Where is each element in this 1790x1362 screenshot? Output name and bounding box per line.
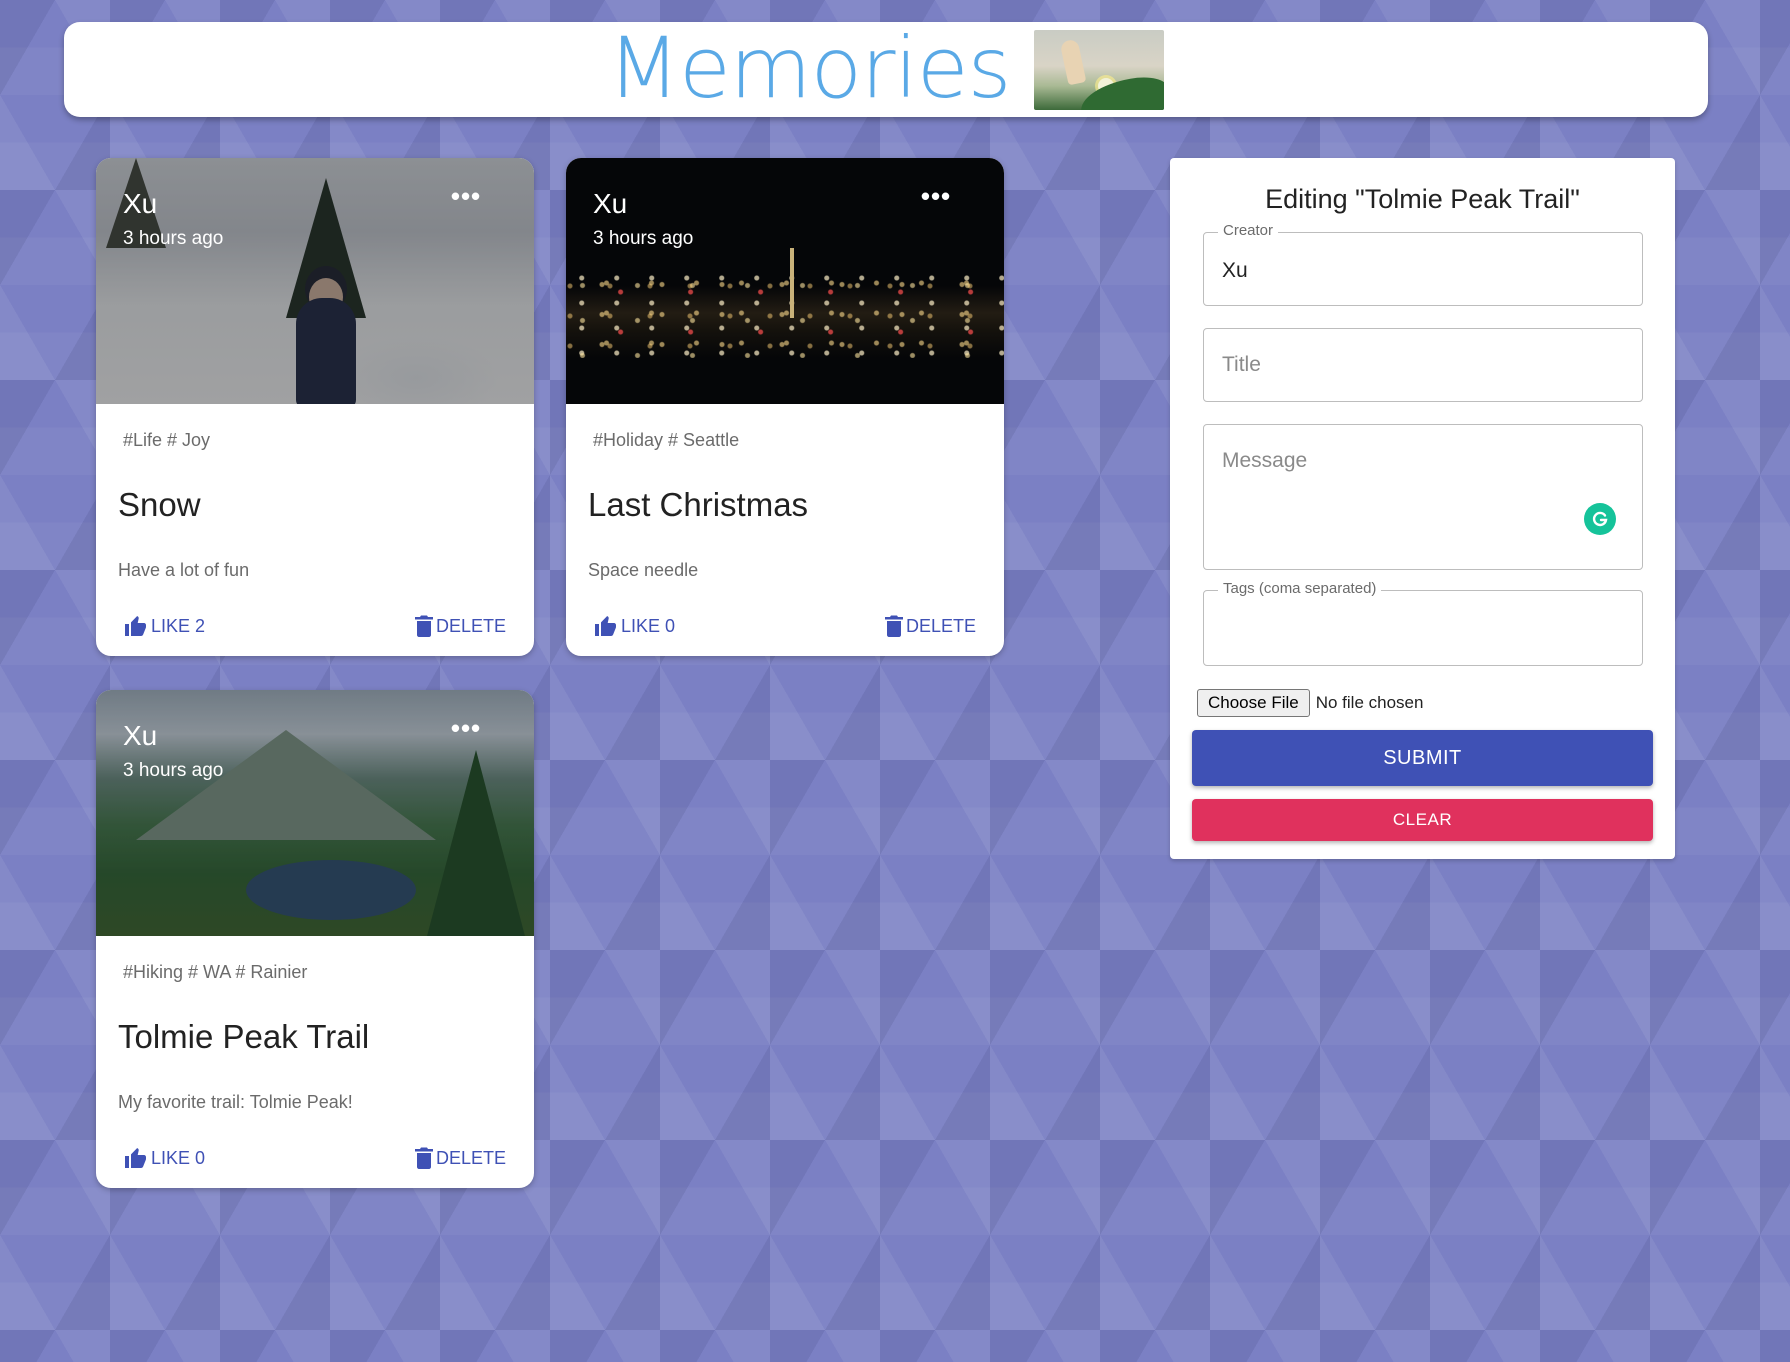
creator-label: Creator bbox=[1218, 222, 1279, 239]
delete-label: DELETE bbox=[435, 1147, 506, 1168]
file-input: Choose File No file chosen bbox=[1197, 689, 1423, 717]
grammarly-icon[interactable] bbox=[1584, 503, 1616, 535]
creator-field[interactable]: Creator Xu bbox=[1203, 222, 1643, 306]
more-options-icon[interactable]: ••• bbox=[918, 183, 954, 216]
choose-file-button[interactable]: Choose File bbox=[1197, 689, 1310, 717]
thumb-up-icon bbox=[125, 616, 146, 636]
city-lights bbox=[566, 268, 1004, 358]
title-field[interactable]: Title bbox=[1203, 328, 1643, 402]
space-needle bbox=[790, 248, 794, 318]
brand-image bbox=[1034, 29, 1165, 110]
delete-button[interactable]: DELETE bbox=[414, 612, 506, 640]
delete-label: DELETE bbox=[435, 615, 506, 636]
post-card: Xu 3 hours ago ••• #Hiking # WA # Rainie… bbox=[96, 690, 534, 1188]
post-time: 3 hours ago bbox=[593, 228, 694, 249]
thumb-up-icon bbox=[595, 616, 616, 636]
clear-button[interactable]: CLEAR bbox=[1192, 799, 1653, 841]
post-title: Snow bbox=[118, 486, 201, 523]
delete-button[interactable]: DELETE bbox=[414, 1144, 506, 1172]
post-tags: #Hiking # WA # Rainier bbox=[123, 962, 308, 982]
post-message: My favorite trail: Tolmie Peak! bbox=[118, 1092, 353, 1112]
leaves bbox=[1077, 71, 1165, 110]
more-options-icon[interactable]: ••• bbox=[448, 183, 484, 216]
post-time: 3 hours ago bbox=[123, 228, 224, 249]
form-heading: Editing "Tolmie Peak Trail" bbox=[1265, 184, 1580, 214]
post-card: Xu 3 hours ago ••• #Life # Joy Snow Have… bbox=[96, 158, 534, 656]
post-card: Xu 3 hours ago ••• #Holiday # Seattle La… bbox=[566, 158, 1004, 656]
post-creator: Xu bbox=[593, 188, 628, 219]
app-bar: Memories bbox=[64, 22, 1708, 117]
file-status: No file chosen bbox=[1315, 693, 1424, 712]
trash-icon bbox=[414, 1147, 433, 1169]
like-label: LIKE 0 bbox=[151, 1147, 206, 1168]
like-label: LIKE 0 bbox=[621, 615, 676, 636]
delete-button[interactable]: DELETE bbox=[884, 612, 976, 640]
post-creator: Xu bbox=[123, 188, 158, 219]
submit-button[interactable]: SUBMIT bbox=[1192, 730, 1653, 786]
delete-label: DELETE bbox=[905, 615, 976, 636]
girl-figure bbox=[1059, 38, 1087, 85]
post-title: Tolmie Peak Trail bbox=[118, 1018, 370, 1055]
creator-value: Xu bbox=[1222, 259, 1248, 282]
more-options-icon[interactable]: ••• bbox=[448, 715, 484, 748]
grammarly-g-glyph bbox=[1592, 511, 1608, 527]
post-message: Have a lot of fun bbox=[118, 560, 250, 580]
like-label: LIKE 2 bbox=[151, 615, 206, 636]
trash-icon bbox=[884, 615, 903, 637]
post-message: Space needle bbox=[588, 560, 699, 580]
tags-label: Tags (coma separated) bbox=[1218, 580, 1382, 597]
brand-title[interactable]: Memories bbox=[608, 26, 1012, 110]
message-field[interactable]: Message bbox=[1203, 424, 1643, 570]
post-tags: #Holiday # Seattle bbox=[593, 430, 740, 450]
like-button[interactable]: LIKE 0 bbox=[594, 612, 675, 640]
message-placeholder: Message bbox=[1222, 449, 1308, 472]
title-placeholder: Title bbox=[1222, 353, 1261, 376]
like-button[interactable]: LIKE 2 bbox=[124, 612, 205, 640]
like-button[interactable]: LIKE 0 bbox=[124, 1144, 205, 1172]
post-tags: #Life # Joy bbox=[123, 430, 211, 450]
edit-form: Editing "Tolmie Peak Trail" Creator Xu T… bbox=[1170, 158, 1675, 859]
thumb-up-icon bbox=[125, 1148, 146, 1168]
tags-field[interactable]: Tags (coma separated) bbox=[1203, 580, 1643, 666]
post-time: 3 hours ago bbox=[123, 760, 224, 781]
post-title: Last Christmas bbox=[588, 486, 809, 523]
post-creator: Xu bbox=[123, 720, 158, 751]
trash-icon bbox=[414, 615, 433, 637]
